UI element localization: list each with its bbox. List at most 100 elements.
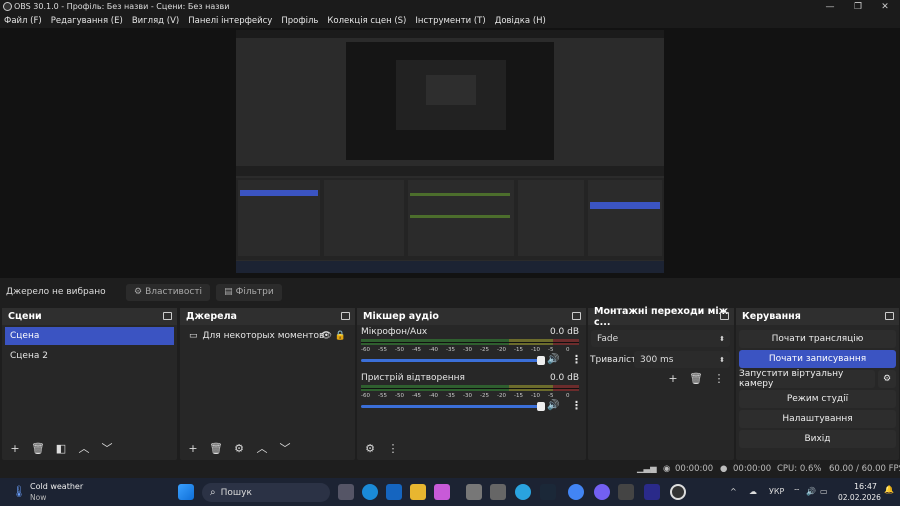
eye-icon[interactable]: 👁 [321,331,332,341]
lock-icon[interactable]: 🔒 [335,331,346,341]
language-indicator[interactable]: УКР [769,487,784,496]
menu-edit[interactable]: Редагування (E) [51,16,123,26]
studio-mode-button[interactable]: Режим студії [739,390,896,408]
minimize-button[interactable]: — [815,0,845,13]
source-name: Для некоторых моментов [202,331,325,341]
weather-title[interactable]: Cold weather [30,482,83,491]
notification-icon[interactable]: 🔔 [884,485,894,494]
undock-icon[interactable] [163,312,172,320]
source-properties-button[interactable]: ⚙ [230,440,248,456]
menu-help[interactable]: Довідка (H) [495,16,546,26]
audio-mixer-dock: Мікшер аудіо Мікрофон/Aux 0.0 dB -60 -55-… [357,308,586,460]
slider-knob[interactable] [537,402,545,411]
undock-icon[interactable] [885,312,894,320]
virtual-camera-settings-button[interactable]: ⚙ [878,370,896,388]
scenes-title: Сцени [8,311,42,322]
menu-profile[interactable]: Профіль [281,16,318,26]
folder-icon[interactable] [410,484,426,500]
filters-button[interactable]: ▤ Фільтри [216,283,282,301]
undock-icon[interactable] [341,312,350,320]
advanced-audio-button[interactable]: ⚙ [361,440,379,456]
chrome-icon[interactable] [568,484,584,500]
add-scene-button[interactable]: + [6,440,24,456]
duration-spinbox[interactable]: 300 ms ⬍ [634,351,730,368]
speaker-icon[interactable]: 🔊 [547,400,559,411]
menu-view[interactable]: Вигляд (V) [132,16,179,26]
chevron-up-icon: ︿ [78,442,90,455]
mixer-menu-button[interactable]: ⋮ [384,440,402,456]
move-up-button[interactable]: ︿ [75,440,93,456]
remove-scene-button[interactable]: 🗑 [29,440,47,456]
preview-canvas[interactable] [236,30,664,273]
cpu-usage: CPU: 0.6% [777,464,822,474]
clock-date[interactable]: 02.02.2026 [838,493,881,502]
source-item[interactable]: ▭ Для некоторых моментов 👁 🔒 [183,327,352,345]
menu-file[interactable]: Файл (F) [4,16,42,26]
bag-icon[interactable] [490,484,506,500]
start-icon[interactable] [178,484,194,500]
scenes-dock: Сцени Сцена Сцена 2 + 🗑 ◧ ︿ ﹀ [2,308,177,460]
start-streaming-button[interactable]: Почати трансляцію [739,330,896,348]
volume-slider[interactable] [361,402,545,411]
edge-icon[interactable] [362,484,378,500]
undock-icon[interactable] [572,312,581,320]
more-icon[interactable]: ⋮ [571,399,582,412]
transition-select[interactable]: Fade ⬍ [591,330,730,347]
scene-item[interactable]: Сцена 2 [5,347,174,365]
channel-name: Пристрій відтворення [361,373,465,383]
menu-tools[interactable]: Інструменти (T) [415,16,485,26]
scene-item[interactable]: Сцена [5,327,174,345]
channel-name: Мікрофон/Aux [361,327,428,337]
close-button[interactable]: ✕ [870,0,900,13]
store-icon[interactable] [434,484,450,500]
start-recording-button[interactable]: Почати записування [739,350,896,368]
menu-docks[interactable]: Панелі інтерфейсу [188,16,272,26]
speaker-icon[interactable]: 🔊 [547,354,559,365]
obs-icon[interactable] [670,484,686,500]
mixer-channel: Пристрій відтворення 0.0 dB -60 -55 -50 -45… [361,373,582,417]
start-virtual-camera-button[interactable]: Запустити віртуальну камеру [739,369,875,389]
exit-button[interactable]: Вихід [739,430,896,448]
no-source-label: Джерело не вибрано [6,287,106,297]
chevron-up-icon[interactable]: ^ [730,487,737,496]
add-transition-button[interactable]: + [664,370,682,386]
volume-slider[interactable] [361,356,545,365]
maximize-button[interactable]: ❐ [843,0,873,13]
controls-title: Керування [742,311,801,322]
telegram-icon[interactable] [515,484,531,500]
clock-time[interactable]: 16:47 [845,482,877,491]
wifi-icon[interactable]: ⌔ [793,487,801,497]
duration-label: Тривалість [590,354,642,365]
app-icon[interactable] [466,484,482,500]
cloud-icon[interactable]: ☁ [749,487,757,496]
transition-menu-button[interactable]: ⋮ [710,370,728,386]
viber-icon[interactable] [594,484,610,500]
battery-icon[interactable]: ▭ [820,487,828,496]
remove-source-button[interactable]: 🗑 [207,440,225,456]
volume-icon[interactable]: 🔊 [806,487,816,496]
move-up-button[interactable]: ︿ [253,440,271,456]
app-icon[interactable] [618,484,634,500]
properties-button[interactable]: ⚙ Властивості [126,283,211,301]
more-icon: ⋮ [713,371,725,385]
remove-transition-button[interactable]: 🗑 [687,370,705,386]
trash-icon: 🗑 [209,441,223,455]
source-toolbar: Джерело не вибрано ⚙ Властивості ▤ Фільтри [0,281,900,303]
menu-scene-collection[interactable]: Колекція сцен (S) [327,16,406,26]
mail-icon[interactable] [386,484,402,500]
steam-icon[interactable] [540,484,556,500]
scene-filters-button[interactable]: ◧ [52,440,70,456]
undock-icon[interactable] [720,312,729,320]
more-icon[interactable]: ⋮ [571,353,582,366]
add-source-button[interactable]: + [184,440,202,456]
task-view-icon[interactable] [338,484,354,500]
taskbar-search[interactable]: ⌕ Пошук [202,483,330,502]
app-icon[interactable] [644,484,660,500]
move-down-button[interactable]: ﹀ [98,440,116,456]
settings-button[interactable]: Налаштування [739,410,896,428]
filter-icon: ◧ [55,441,67,455]
move-down-button[interactable]: ﹀ [276,440,294,456]
search-icon: ⌕ [210,487,216,498]
slider-knob[interactable] [537,356,545,365]
mixer-title: Мікшер аудіо [363,311,439,322]
